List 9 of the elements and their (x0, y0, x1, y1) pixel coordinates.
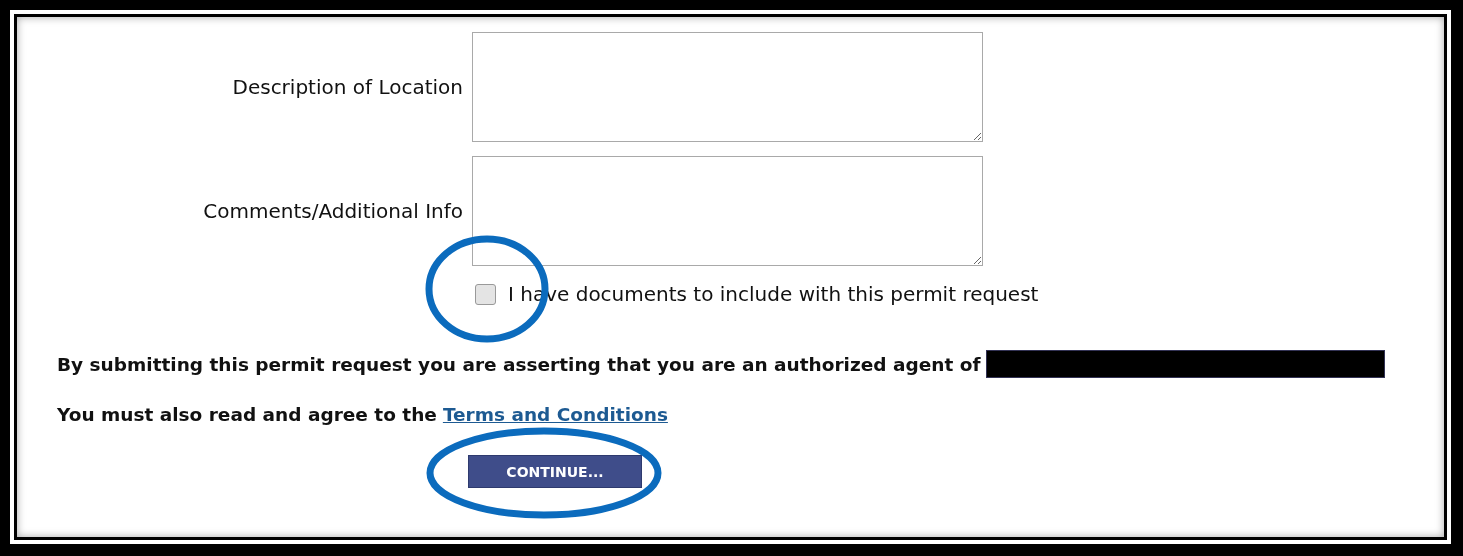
field-label: Comments/Additional Info (202, 199, 463, 223)
continue-button[interactable]: CONTINUE... (468, 455, 642, 488)
checkbox[interactable] (475, 283, 496, 305)
terms-text: You must also read and agree to the (57, 404, 437, 425)
agent-statement: By submitting this permit request you are asserting that you are an authorized agent of (57, 353, 981, 375)
text-area[interactable] (472, 156, 983, 266)
terms-link[interactable]: Terms and Conditions (442, 404, 668, 425)
field-label: Description of Location (231, 75, 463, 99)
text-area[interactable] (472, 32, 983, 142)
